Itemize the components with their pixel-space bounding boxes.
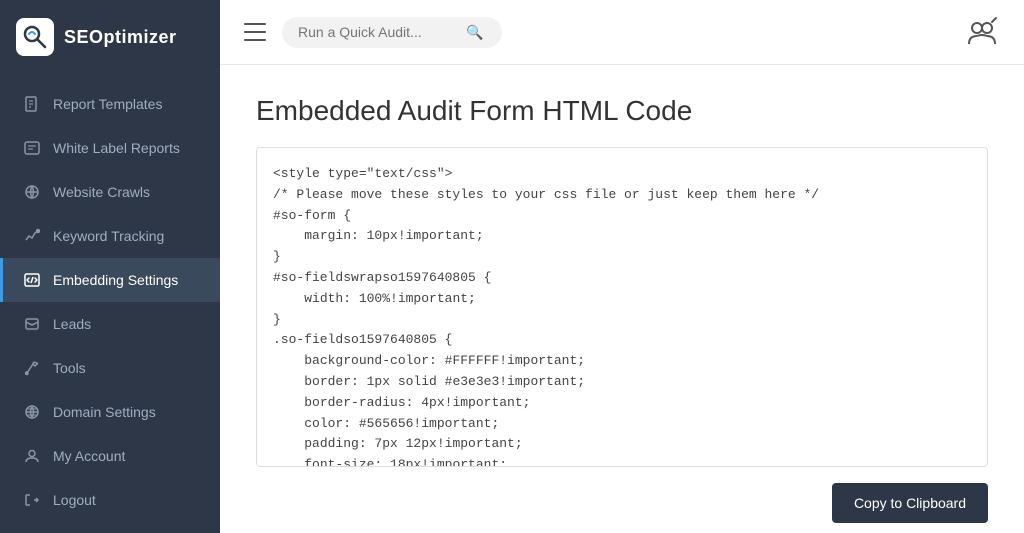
hamburger-menu[interactable]: [244, 23, 266, 41]
sidebar-item-label: My Account: [53, 448, 125, 464]
copy-to-clipboard-button[interactable]: Copy to Clipboard: [832, 483, 988, 523]
sidebar-item-report-templates[interactable]: Report Templates: [0, 82, 220, 126]
sidebar-item-label: Logout: [53, 492, 96, 508]
sidebar-item-label: Report Templates: [53, 96, 162, 112]
page-title: Embedded Audit Form HTML Code: [256, 95, 988, 127]
sidebar-item-label: Domain Settings: [53, 404, 156, 420]
logo-text: SEOptimizer: [64, 27, 177, 48]
logo-area: SEOptimizer: [0, 0, 220, 74]
search-icon: 🔍: [466, 24, 483, 41]
code-container: [256, 147, 988, 467]
topbar-right: [964, 14, 1000, 50]
topbar: 🔍: [220, 0, 1024, 65]
sidebar-item-tools[interactable]: Tools: [0, 346, 220, 390]
sidebar-item-white-label-reports[interactable]: White Label Reports: [0, 126, 220, 170]
sidebar-item-embedding-settings[interactable]: Embedding Settings: [0, 258, 220, 302]
label-icon: [23, 139, 41, 157]
page-content: Embedded Audit Form HTML Code Copy to Cl…: [220, 65, 1024, 533]
sidebar-item-keyword-tracking[interactable]: Keyword Tracking: [0, 214, 220, 258]
leads-icon: [23, 315, 41, 333]
keyword-icon: [23, 227, 41, 245]
sidebar-nav: Report Templates White Label Reports: [0, 74, 220, 533]
logout-icon: [23, 491, 41, 509]
sidebar-item-logout[interactable]: Logout: [0, 478, 220, 522]
sidebar-item-label: Embedding Settings: [53, 272, 178, 288]
sidebar-item-label: Website Crawls: [53, 184, 150, 200]
logo-icon: [16, 18, 54, 56]
code-textarea[interactable]: [257, 148, 987, 466]
embed-icon: [23, 271, 41, 289]
sidebar-item-domain-settings[interactable]: Domain Settings: [0, 390, 220, 434]
account-icon: [23, 447, 41, 465]
sidebar-item-label: White Label Reports: [53, 140, 180, 156]
sidebar-item-leads[interactable]: Leads: [0, 302, 220, 346]
tools-icon: [23, 359, 41, 377]
main-area: 🔍 Embedded Audit Form HTML Code Copy to …: [220, 0, 1024, 533]
domain-icon: [23, 403, 41, 421]
sidebar-item-label: Keyword Tracking: [53, 228, 164, 244]
crawl-icon: [23, 183, 41, 201]
search-bar[interactable]: 🔍: [282, 17, 502, 48]
sidebar-item-my-account[interactable]: My Account: [0, 434, 220, 478]
sidebar-item-label: Leads: [53, 316, 91, 332]
user-avatar-icon[interactable]: [964, 14, 1000, 50]
sidebar: SEOptimizer Report Templates: [0, 0, 220, 533]
search-input[interactable]: [298, 24, 458, 40]
bottom-bar: Copy to Clipboard: [256, 467, 988, 523]
sidebar-item-website-crawls[interactable]: Website Crawls: [0, 170, 220, 214]
sidebar-item-label: Tools: [53, 360, 86, 376]
file-icon: [23, 95, 41, 113]
